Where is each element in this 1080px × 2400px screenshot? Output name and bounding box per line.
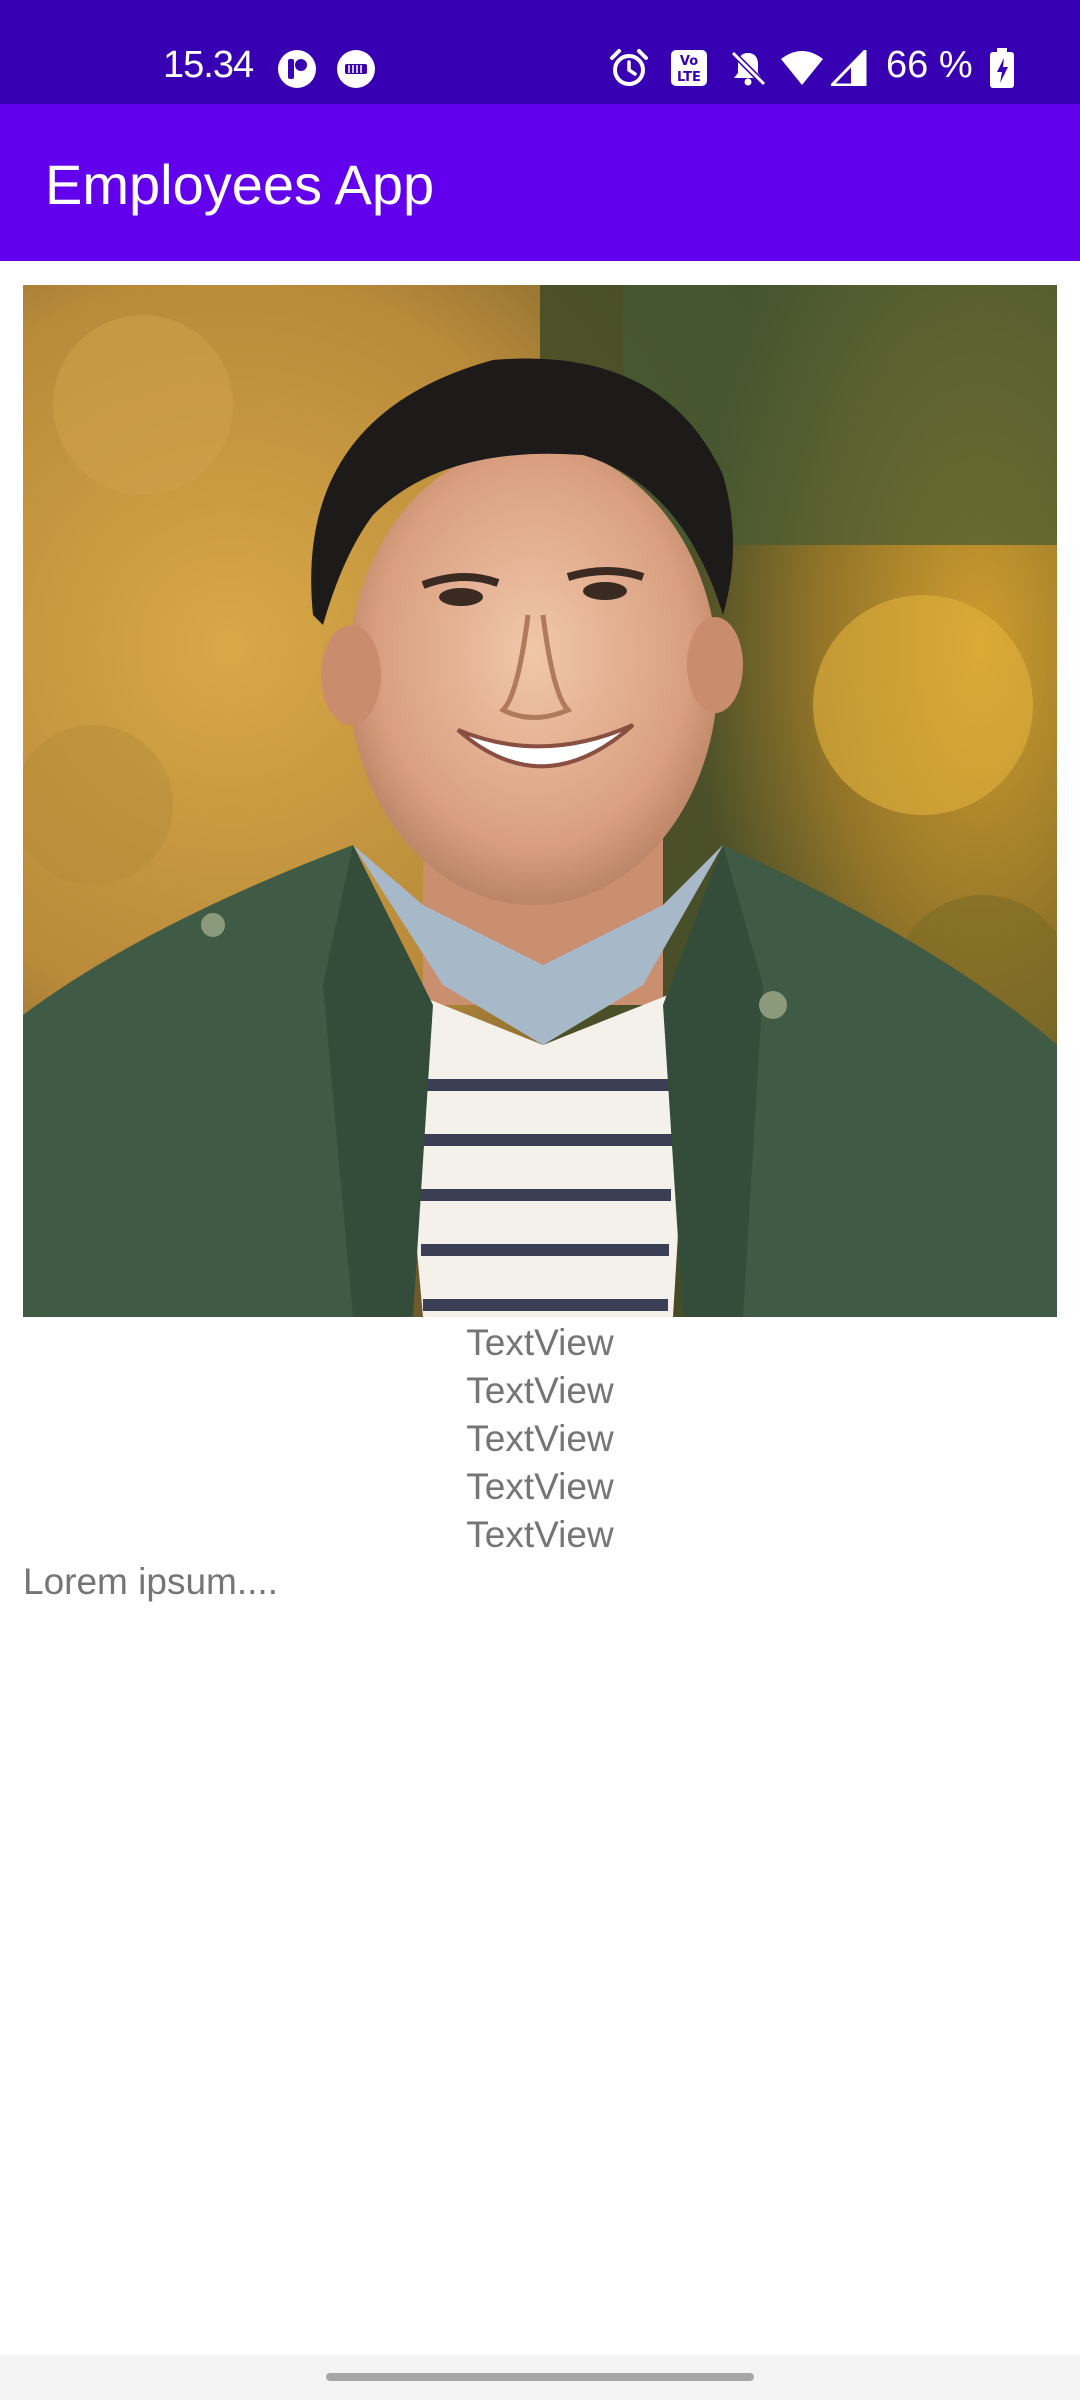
wifi-icon [781,51,823,85]
home-gesture-handle[interactable] [326,2373,754,2381]
alarm-icon [610,49,648,86]
svg-text:LTE: LTE [677,70,701,85]
employee-photo [23,285,1057,1317]
notification-app-icon [278,50,316,88]
silent-icon [730,50,767,87]
employee-field-5: TextView [466,1514,614,1555]
navigation-bar [0,2355,1080,2400]
signal-icon [831,50,867,86]
employee-field-2: TextView [466,1370,614,1411]
app-title: Employees App [45,153,435,216]
app-bar: Employees App [0,104,1080,261]
svg-text:Vo: Vo [680,54,698,69]
employee-field-1: TextView [466,1322,614,1363]
battery-icon [990,48,1014,88]
volte-icon: Vo LTE [671,50,707,86]
notification-app-icon-2 [337,50,375,88]
employee-field-3: TextView [466,1418,614,1459]
status-time: 15.34 [163,44,254,86]
status-bar: 15.34 Vo LTE 66 % [0,0,1080,104]
battery-percentage: 66 % [886,44,973,86]
employee-description: Lorem ipsum.... [23,1561,278,1602]
employee-field-4: TextView [466,1466,614,1507]
